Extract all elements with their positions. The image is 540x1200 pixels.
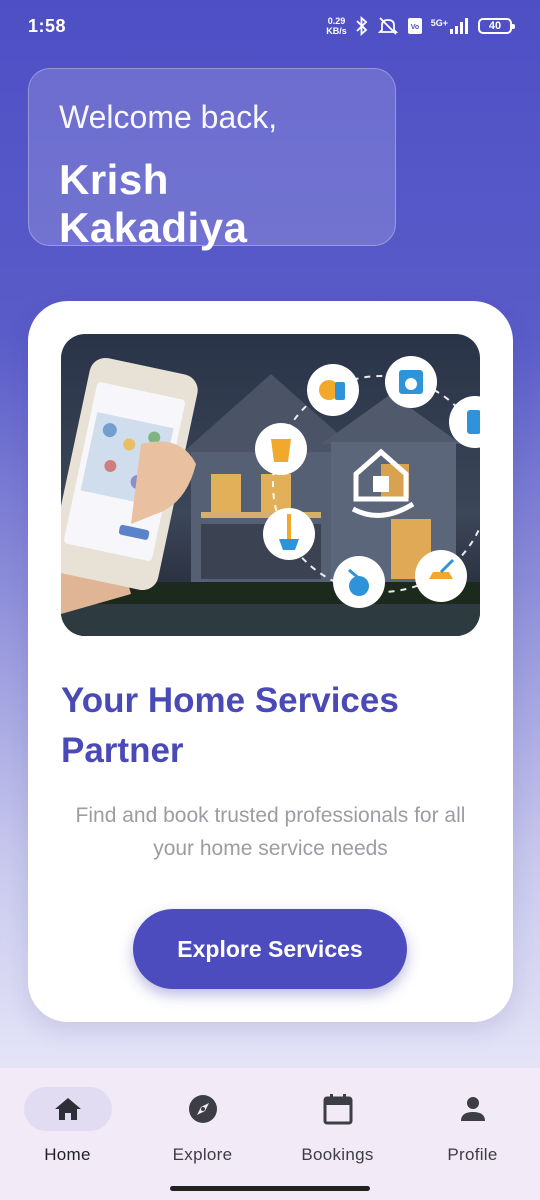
card-description: Find and book trusted professionals for … (75, 804, 466, 860)
nav-active-indicator (23, 1087, 112, 1131)
services-card: Your Home Services Partner Find and book… (28, 301, 513, 1022)
network-type: 5G+ (430, 18, 448, 28)
nav-label-profile: Profile (447, 1145, 498, 1164)
nav-item-bookings[interactable]: Bookings (270, 1068, 405, 1200)
nav-label-explore: Explore (172, 1145, 233, 1164)
home-indicator[interactable] (170, 1186, 370, 1191)
person-icon (460, 1097, 485, 1121)
signal-icon: 5G+ (431, 18, 470, 34)
card-title: Your Home Services Partner (61, 681, 399, 770)
home-icon (54, 1098, 81, 1120)
battery-icon: 40 (478, 18, 515, 34)
nav-item-explore[interactable]: Explore (135, 1068, 270, 1200)
compass-icon (188, 1095, 217, 1123)
user-name: Krish Kakadiya (59, 156, 248, 251)
network-speed: 0.29 KB/s (326, 16, 347, 36)
mute-icon (377, 17, 398, 35)
hero-illustration (61, 334, 480, 636)
network-speed-value: 0.29 (327, 16, 346, 26)
nav-item-profile[interactable]: Profile (405, 1068, 540, 1200)
nav-item-home[interactable]: Home (0, 1068, 135, 1200)
status-icons: 0.29 KB/s Vo 5G+ 40 (326, 16, 515, 36)
bluetooth-icon (356, 16, 368, 36)
nav-label-bookings: Bookings (301, 1145, 374, 1164)
status-bar: 1:58 0.29 KB/s Vo 5G+ 40 (0, 0, 540, 52)
welcome-greeting: Welcome back, (59, 99, 278, 135)
explore-services-button[interactable]: Explore Services (133, 909, 407, 989)
bottom-navigation: Home Explore Bookings Profile (0, 1068, 540, 1200)
svg-text:Vo: Vo (411, 24, 419, 31)
network-speed-unit: KB/s (326, 26, 347, 36)
volte-icon: Vo (407, 18, 422, 34)
nav-label-home: Home (44, 1145, 91, 1164)
welcome-card: Welcome back, Krish Kakadiya (28, 68, 396, 251)
status-time: 1:58 (28, 15, 67, 36)
calendar-icon (323, 1094, 352, 1125)
battery-level: 40 (488, 19, 502, 32)
